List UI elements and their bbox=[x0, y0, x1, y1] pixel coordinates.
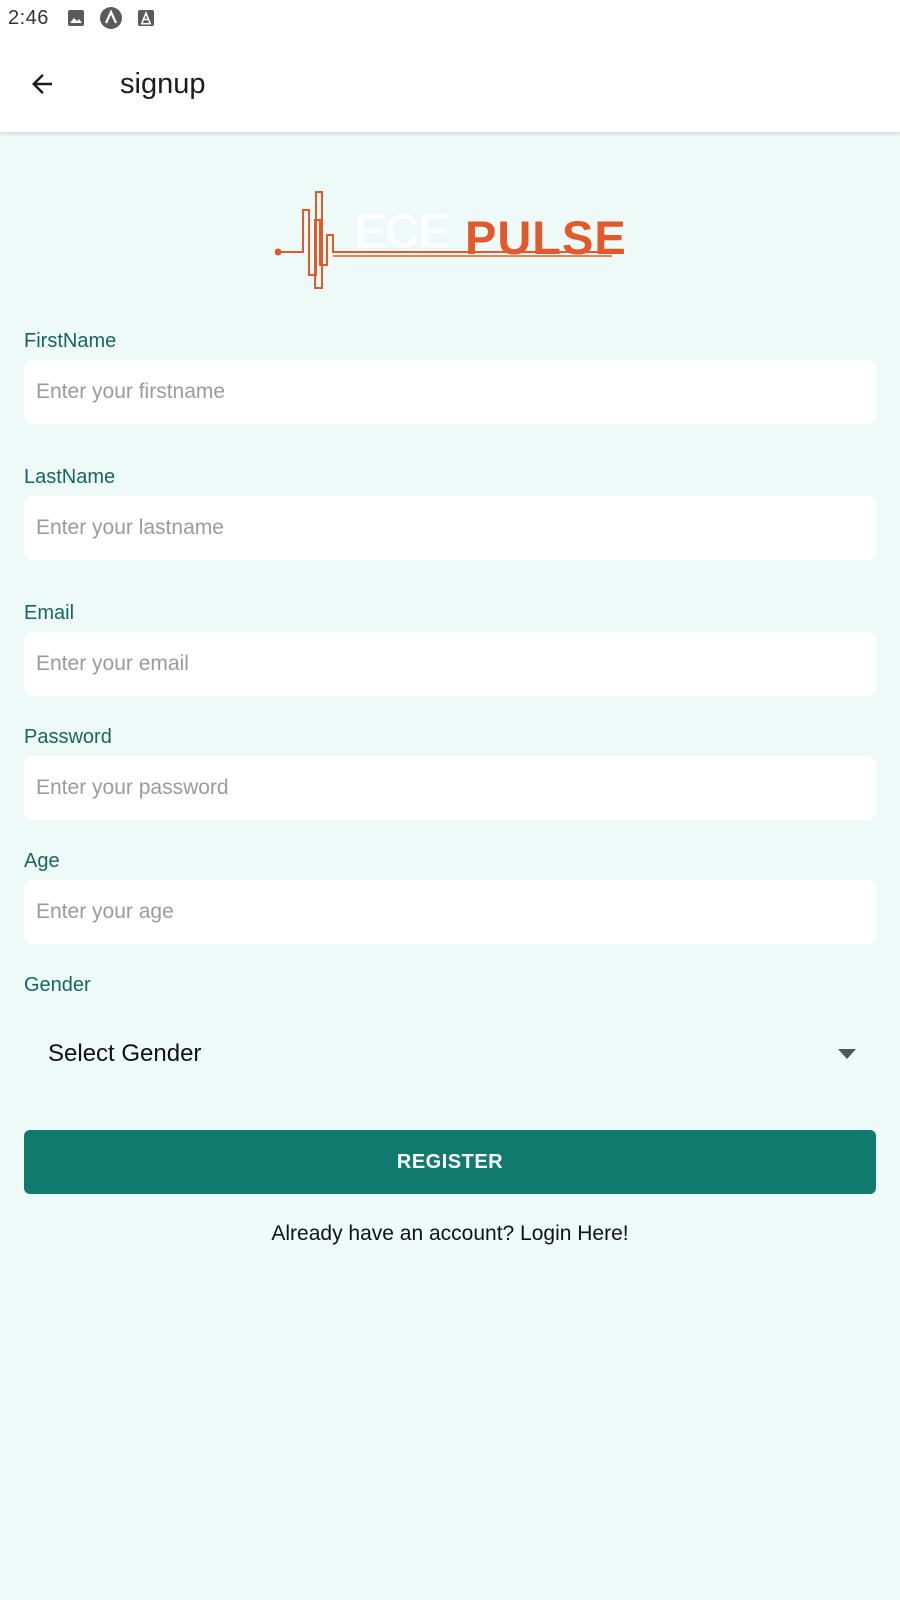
gender-select[interactable]: Select Gender bbox=[24, 1024, 876, 1084]
register-button[interactable]: REGISTER bbox=[24, 1130, 876, 1194]
email-label: Email bbox=[24, 602, 75, 624]
email-input[interactable] bbox=[36, 652, 876, 676]
age-input[interactable] bbox=[36, 900, 876, 924]
gender-label: Gender bbox=[24, 974, 91, 996]
lastname-field[interactable] bbox=[24, 496, 876, 560]
arrow-left-icon bbox=[32, 74, 52, 94]
age-label: Age bbox=[24, 850, 60, 872]
age-field[interactable] bbox=[24, 880, 876, 944]
firstname-field[interactable] bbox=[24, 360, 876, 424]
password-field[interactable] bbox=[24, 756, 876, 820]
login-link[interactable]: Already have an account? Login Here! bbox=[24, 1222, 876, 1246]
gender-selected-value: Select Gender bbox=[48, 1040, 202, 1067]
firstname-input[interactable] bbox=[36, 380, 876, 404]
status-bar: 2:46 bbox=[0, 0, 900, 36]
status-time: 2:46 bbox=[8, 6, 49, 29]
page-title: signup bbox=[120, 67, 206, 100]
app-logo: ECE PULSE bbox=[274, 190, 627, 300]
status-icons bbox=[67, 6, 155, 30]
password-input[interactable] bbox=[36, 776, 876, 800]
logo-text: PULSE bbox=[465, 211, 627, 264]
logo-prefix: ECE bbox=[355, 205, 450, 257]
a-notification-icon bbox=[137, 9, 155, 27]
android-auto-icon bbox=[99, 6, 123, 30]
image-icon bbox=[67, 9, 85, 27]
app-bar: signup bbox=[0, 36, 900, 132]
back-button[interactable] bbox=[14, 56, 70, 112]
email-field[interactable] bbox=[24, 632, 876, 696]
lastname-input[interactable] bbox=[36, 516, 876, 540]
firstname-label: FirstName bbox=[24, 330, 117, 352]
dropdown-arrow-icon bbox=[838, 1049, 856, 1059]
lastname-label: LastName bbox=[24, 466, 116, 488]
password-label: Password bbox=[24, 726, 112, 748]
